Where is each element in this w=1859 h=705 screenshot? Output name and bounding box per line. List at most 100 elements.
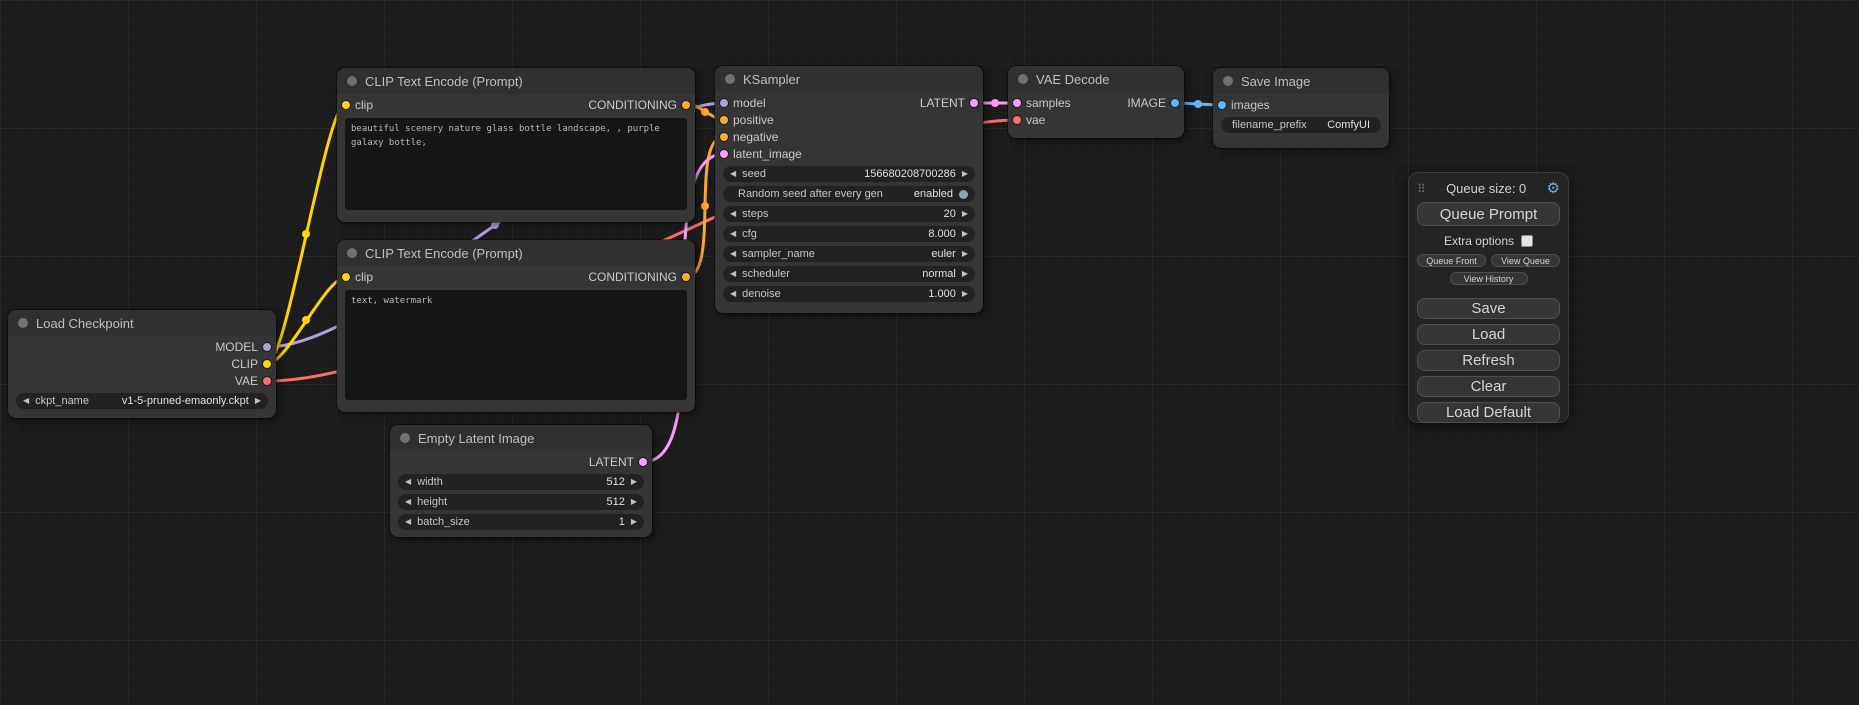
increment-arrow-icon[interactable]: ▶: [631, 478, 637, 486]
scheduler-widget[interactable]: ◀ scheduler normal ▶: [723, 266, 975, 282]
node-vae-decode[interactable]: VAE Decode samples IMAGE vae: [1008, 66, 1184, 138]
input-slot-images[interactable]: images: [1218, 98, 1270, 112]
input-slot-vae[interactable]: vae: [1013, 113, 1045, 127]
increment-arrow-icon[interactable]: ▶: [962, 230, 968, 238]
node-title-bar[interactable]: VAE Decode: [1008, 66, 1184, 92]
clip-slot-dot-icon[interactable]: [342, 273, 350, 281]
prompt-textarea[interactable]: text, watermark: [345, 290, 687, 400]
node-title-bar[interactable]: CLIP Text Encode (Prompt): [337, 240, 695, 266]
decrement-arrow-icon[interactable]: ◀: [405, 498, 411, 506]
increment-arrow-icon[interactable]: ▶: [631, 518, 637, 526]
input-slot-clip[interactable]: clip: [342, 98, 373, 112]
input-slot-samples[interactable]: samples: [1013, 96, 1071, 110]
decrement-arrow-icon[interactable]: ◀: [730, 210, 736, 218]
output-slot-image[interactable]: IMAGE: [1127, 96, 1179, 110]
conditioning-slot-dot-icon[interactable]: [720, 133, 728, 141]
node-graph-canvas[interactable]: { "colors": { "model": "#B39DDB", "clip"…: [0, 0, 1859, 705]
node-title-bar[interactable]: Empty Latent Image: [390, 425, 652, 451]
input-slot-positive[interactable]: positive: [720, 113, 774, 127]
extra-options-checkbox[interactable]: [1521, 235, 1533, 247]
node-collapse-dot-icon[interactable]: [18, 318, 28, 328]
node-clip-text-encode-negative[interactable]: CLIP Text Encode (Prompt) clip CONDITION…: [337, 240, 695, 412]
node-ksampler[interactable]: KSampler model LATENT positive negative: [715, 66, 983, 313]
decrement-arrow-icon[interactable]: ◀: [405, 518, 411, 526]
input-slot-clip[interactable]: clip: [342, 270, 373, 284]
increment-arrow-icon[interactable]: ▶: [962, 270, 968, 278]
conditioning-slot-dot-icon[interactable]: [682, 101, 690, 109]
height-widget[interactable]: ◀ height 512 ▶: [398, 494, 644, 510]
clear-button[interactable]: Clear: [1417, 376, 1560, 397]
decrement-arrow-icon[interactable]: ◀: [730, 230, 736, 238]
latent-slot-dot-icon[interactable]: [639, 458, 647, 466]
latent-slot-dot-icon[interactable]: [970, 99, 978, 107]
decrement-arrow-icon[interactable]: ◀: [23, 397, 29, 405]
node-collapse-dot-icon[interactable]: [1223, 76, 1233, 86]
conditioning-slot-dot-icon[interactable]: [682, 273, 690, 281]
node-title-bar[interactable]: Save Image: [1213, 68, 1389, 94]
node-collapse-dot-icon[interactable]: [1018, 74, 1028, 84]
load-button[interactable]: Load: [1417, 324, 1560, 345]
model-slot-dot-icon[interactable]: [720, 99, 728, 107]
clip-slot-dot-icon[interactable]: [263, 360, 271, 368]
output-slot-conditioning[interactable]: CONDITIONING: [588, 98, 690, 112]
seed-widget[interactable]: ◀ seed 156680208700286 ▶: [723, 166, 975, 182]
random-seed-toggle-widget[interactable]: Random seed after every gen enabled: [723, 186, 975, 202]
cfg-widget[interactable]: ◀ cfg 8.000 ▶: [723, 226, 975, 242]
width-widget[interactable]: ◀ width 512 ▶: [398, 474, 644, 490]
node-title-bar[interactable]: KSampler: [715, 66, 983, 92]
view-history-button[interactable]: View History: [1450, 272, 1528, 285]
view-queue-button[interactable]: View Queue: [1491, 254, 1560, 267]
toggle-knob-icon[interactable]: [959, 190, 968, 199]
node-collapse-dot-icon[interactable]: [725, 74, 735, 84]
increment-arrow-icon[interactable]: ▶: [962, 170, 968, 178]
menu-drag-handle-icon[interactable]: ⠿: [1417, 182, 1426, 196]
refresh-button[interactable]: Refresh: [1417, 350, 1560, 371]
node-title-bar[interactable]: Load Checkpoint: [8, 310, 276, 336]
decrement-arrow-icon[interactable]: ◀: [730, 250, 736, 258]
node-collapse-dot-icon[interactable]: [347, 248, 357, 258]
decrement-arrow-icon[interactable]: ◀: [730, 270, 736, 278]
increment-arrow-icon[interactable]: ▶: [962, 290, 968, 298]
node-empty-latent-image[interactable]: Empty Latent Image LATENT ◀ width 512 ▶ …: [390, 425, 652, 537]
image-slot-dot-icon[interactable]: [1171, 99, 1179, 107]
vae-slot-dot-icon[interactable]: [263, 377, 271, 385]
output-slot-conditioning[interactable]: CONDITIONING: [588, 270, 690, 284]
vae-slot-dot-icon[interactable]: [1013, 116, 1021, 124]
sampler-name-widget[interactable]: ◀ sampler_name euler ▶: [723, 246, 975, 262]
output-slot-latent[interactable]: LATENT: [920, 96, 978, 110]
increment-arrow-icon[interactable]: ▶: [962, 250, 968, 258]
model-slot-dot-icon[interactable]: [263, 343, 271, 351]
queue-front-button[interactable]: Queue Front: [1417, 254, 1486, 267]
output-slot-vae[interactable]: VAE: [235, 374, 271, 388]
decrement-arrow-icon[interactable]: ◀: [405, 478, 411, 486]
denoise-widget[interactable]: ◀ denoise 1.000 ▶: [723, 286, 975, 302]
steps-widget[interactable]: ◀ steps 20 ▶: [723, 206, 975, 222]
conditioning-slot-dot-icon[interactable]: [720, 116, 728, 124]
input-slot-latent-image[interactable]: latent_image: [720, 147, 802, 161]
save-button[interactable]: Save: [1417, 298, 1560, 319]
latent-slot-dot-icon[interactable]: [720, 150, 728, 158]
output-slot-latent[interactable]: LATENT: [589, 455, 647, 469]
queue-prompt-button[interactable]: Queue Prompt: [1417, 202, 1560, 226]
clip-slot-dot-icon[interactable]: [342, 101, 350, 109]
batch-size-widget[interactable]: ◀ batch_size 1 ▶: [398, 514, 644, 530]
input-slot-negative[interactable]: negative: [720, 130, 778, 144]
decrement-arrow-icon[interactable]: ◀: [730, 170, 736, 178]
load-default-button[interactable]: Load Default: [1417, 402, 1560, 423]
increment-arrow-icon[interactable]: ▶: [255, 397, 261, 405]
filename-prefix-widget[interactable]: filename_prefix ComfyUI: [1221, 117, 1381, 133]
settings-gear-icon[interactable]: ⚙: [1547, 181, 1560, 196]
input-slot-model[interactable]: model: [720, 96, 766, 110]
node-load-checkpoint[interactable]: Load Checkpoint MODEL CLIP VAE ◀ ckpt_na…: [8, 310, 276, 418]
ckpt-name-widget[interactable]: ◀ ckpt_name v1-5-pruned-emaonly.ckpt ▶: [16, 393, 268, 409]
latent-slot-dot-icon[interactable]: [1013, 99, 1021, 107]
increment-arrow-icon[interactable]: ▶: [631, 498, 637, 506]
increment-arrow-icon[interactable]: ▶: [962, 210, 968, 218]
node-title-bar[interactable]: CLIP Text Encode (Prompt): [337, 68, 695, 94]
decrement-arrow-icon[interactable]: ◀: [730, 290, 736, 298]
node-collapse-dot-icon[interactable]: [400, 433, 410, 443]
prompt-textarea[interactable]: beautiful scenery nature glass bottle la…: [345, 118, 687, 210]
output-slot-model[interactable]: MODEL: [215, 340, 271, 354]
image-slot-dot-icon[interactable]: [1218, 101, 1226, 109]
node-save-image[interactable]: Save Image images filename_prefix ComfyU…: [1213, 68, 1389, 148]
